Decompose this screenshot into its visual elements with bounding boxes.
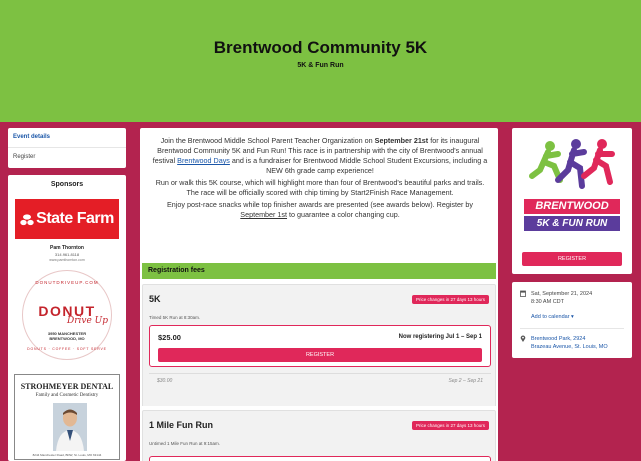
map-pin-icon	[520, 335, 526, 342]
sponsors-title: Sponsors	[50, 181, 84, 188]
nav-item-register[interactable]: Register	[8, 148, 126, 168]
race-card-1-mile-wrapper: 1 Mile Fun Run Price changes in 27 days …	[140, 406, 498, 461]
logo-line-1: BRENTWOOD	[524, 199, 620, 214]
price-change-badge: Price changes in 27 days 13 hours	[411, 295, 489, 304]
event-logo-card: BRENTWOOD 5K & FUN RUN REGISTER	[512, 128, 632, 274]
sponsors-card: Sponsors State Farm Pam Thornton 314.961…	[8, 175, 126, 461]
hero-banner: Brentwood Community 5K 5K & Fun Run	[0, 0, 641, 122]
future-window: Sep 2 – Sep 21	[448, 378, 483, 384]
logo-line-2: 5K & FUN RUN	[524, 216, 620, 231]
current-fee-box	[149, 456, 491, 461]
event-description: Join the Brentwood Middle School Parent …	[152, 136, 488, 219]
statefarm-logo[interactable]: State Farm	[15, 199, 119, 239]
future-fee-row: $30.00 Sep 2 – Sep 21	[149, 373, 491, 387]
future-price: $30.00	[157, 378, 173, 384]
nav-item-event-details[interactable]: Event details	[8, 128, 126, 148]
runners-logo	[522, 136, 622, 196]
race-description: Timed 5K Run at 8:30am.	[149, 315, 201, 320]
race-card-5k: 5K Price changes in 27 days 13 hours Tim…	[142, 284, 496, 424]
current-price: $25.00	[158, 333, 181, 342]
race-card-1-mile: 1 Mile Fun Run Price changes in 27 days …	[142, 410, 496, 461]
page-subtitle: 5K & Fun Run	[297, 62, 344, 69]
race-description: Untimed 1 Mile Fun Run at 9:15am.	[149, 441, 221, 446]
register-5k-button[interactable]: REGISTER	[158, 348, 482, 362]
strohmeyer-dental-ad[interactable]: STROHMEYER DENTAL Family and Cosmetic De…	[14, 374, 120, 460]
brentwood-days-link[interactable]: Brentwood Days	[177, 156, 230, 165]
race-name: 5K	[149, 294, 161, 304]
page-title: Brentwood Community 5K	[213, 38, 428, 57]
price-change-badge: Price changes in 27 days 13 hours	[411, 421, 489, 430]
statefarm-agent: Pam Thornton	[50, 245, 84, 251]
add-to-calendar-link[interactable]: Add to calendar ▾	[531, 313, 574, 321]
donut-drive-up-logo[interactable]: DONUTDRIVEUP.COM DONUT Drive Up 3950 MAN…	[22, 270, 112, 360]
event-nav: Event details Register	[8, 128, 126, 168]
race-name: 1 Mile Fun Run	[149, 420, 213, 430]
dentist-photo	[53, 403, 87, 451]
statefarm-phone: 314.961.8118	[54, 252, 80, 257]
current-fee-box: $25.00 Now registering Jul 1 – Sep 1 REG…	[149, 325, 491, 367]
current-window: Now registering Jul 1 – Sep 1	[398, 334, 482, 340]
calendar-icon	[520, 290, 526, 297]
registration-fees-heading: Registration fees	[142, 263, 496, 279]
statefarm-web: www.pamthornton.com	[49, 258, 85, 262]
divider	[520, 328, 624, 329]
sidebar-register-button[interactable]: REGISTER	[522, 252, 622, 266]
event-info-card: Sat, September 21, 2024 8:30 AM CDT Add …	[512, 282, 632, 358]
statefarm-ovals-icon	[20, 213, 34, 226]
